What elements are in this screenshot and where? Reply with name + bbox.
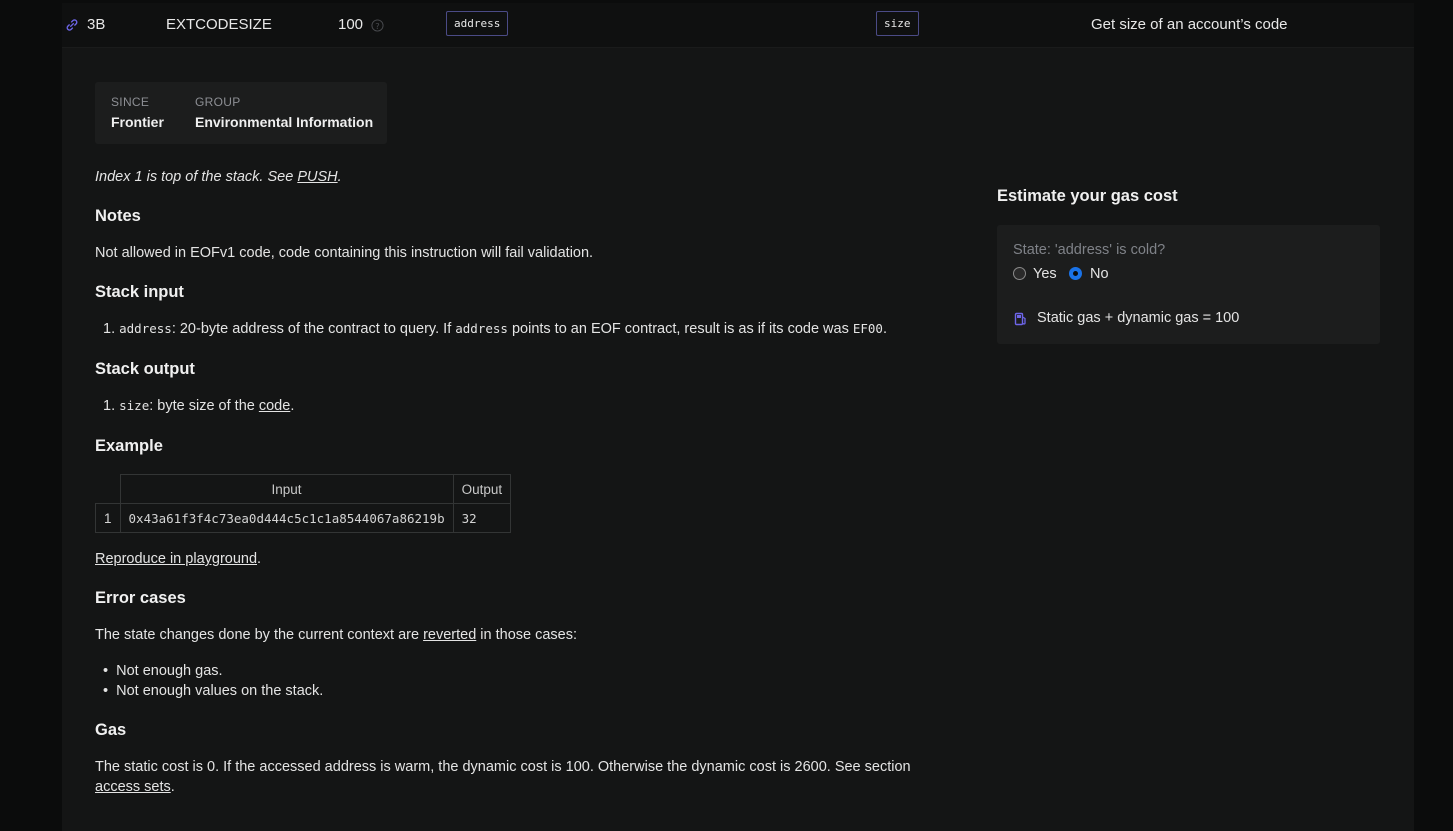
cold-question: State: 'address' is cold? bbox=[1013, 242, 1166, 258]
access-sets-link[interactable]: access sets bbox=[95, 779, 171, 795]
minimum-gas: 100 bbox=[338, 16, 364, 33]
row-index: 1 bbox=[95, 503, 121, 533]
table-row: 1 0x43a61f3f4c73ea0d444c5c1c1a8544067a86… bbox=[95, 503, 512, 533]
error-list-item: • Not enough gas. bbox=[103, 663, 223, 679]
stack-note: Index 1 is top of the stack. See PUSH. bbox=[95, 169, 342, 185]
gas-text: The static cost is 0. If the accessed ad… bbox=[95, 759, 911, 775]
output-cell: 32 bbox=[452, 503, 512, 533]
notes-heading: Notes bbox=[95, 207, 141, 225]
stack-input-item: 1. address: 20-byte address of the contr… bbox=[103, 321, 887, 337]
no-label[interactable]: No bbox=[1090, 266, 1109, 282]
error-cases-text: The state changes done by the current co… bbox=[95, 627, 578, 643]
group-label: GROUP bbox=[195, 95, 241, 109]
opcode-name: EXTCODESIZE bbox=[166, 16, 272, 33]
notes-text: Not allowed in EOFv1 code, code containi… bbox=[95, 245, 594, 261]
stack-output-item: 1. size: byte size of the code. bbox=[103, 398, 295, 414]
stack-output-heading: Stack output bbox=[95, 360, 195, 378]
gas-heading: Gas bbox=[95, 721, 127, 739]
error-list-item: • Not enough values on the stack. bbox=[103, 683, 324, 699]
input-cell: 0x43a61f3f4c73ea0d444c5c1c1a8544067a8621… bbox=[119, 503, 454, 533]
since-value: Frontier bbox=[111, 114, 164, 130]
gas-text-line2: access sets. bbox=[95, 779, 175, 795]
stack-output-tag: size bbox=[876, 11, 919, 36]
opcode-description: Get size of an account’s code bbox=[1091, 16, 1288, 33]
output-column-header: Output bbox=[452, 474, 512, 504]
estimator-heading: Estimate your gas cost bbox=[997, 187, 1178, 205]
push-link[interactable]: PUSH bbox=[297, 169, 337, 185]
table-header-row: Input Output bbox=[95, 474, 512, 504]
yes-label[interactable]: Yes bbox=[1033, 266, 1057, 282]
help-icon[interactable]: ? bbox=[371, 19, 384, 32]
gas-estimator: State: 'address' is cold? Yes No Static … bbox=[997, 225, 1380, 344]
example-heading: Example bbox=[95, 437, 163, 455]
gas-result: Static gas + dynamic gas = 100 bbox=[1037, 310, 1240, 326]
opcode-hex: 3B bbox=[87, 16, 106, 33]
stack-input-heading: Stack input bbox=[95, 283, 184, 301]
playground-link[interactable]: Reproduce in playground bbox=[95, 551, 257, 567]
example-table: Input Output 1 0x43a61f3f4c73ea0d444c5c1… bbox=[95, 474, 512, 533]
meta-box: SINCE Frontier GROUP Environmental Infor… bbox=[95, 82, 387, 144]
link-icon[interactable] bbox=[65, 18, 79, 32]
opcode-row[interactable]: 3B EXTCODESIZE 100 ? address size Get si… bbox=[62, 3, 1414, 48]
code-link[interactable]: code bbox=[259, 398, 290, 414]
playground-line: Reproduce in playground. bbox=[95, 551, 262, 567]
error-cases-heading: Error cases bbox=[95, 589, 186, 607]
svg-text:?: ? bbox=[375, 21, 379, 31]
group-value: Environmental Information bbox=[195, 114, 374, 130]
since-label: SINCE bbox=[111, 95, 150, 109]
reverted-link[interactable]: reverted bbox=[423, 627, 476, 643]
fuel-pump-icon bbox=[1014, 312, 1026, 326]
stack-input-tag: address bbox=[446, 11, 509, 36]
no-radio[interactable] bbox=[1069, 267, 1082, 280]
opcode-details-panel: SINCE Frontier GROUP Environmental Infor… bbox=[62, 48, 1414, 831]
yes-radio[interactable] bbox=[1013, 267, 1026, 280]
input-column-header: Input bbox=[119, 474, 454, 504]
